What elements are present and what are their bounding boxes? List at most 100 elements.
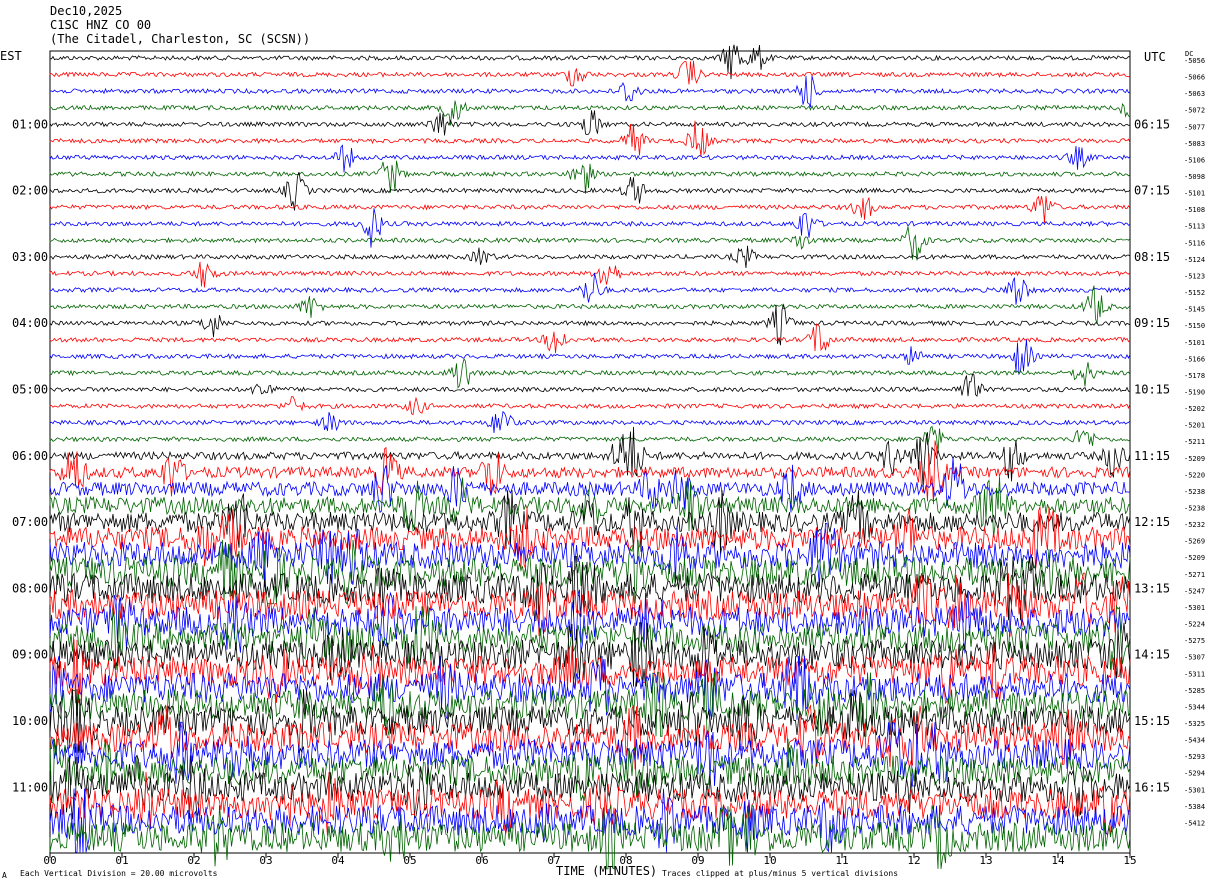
right-time-label-4: 10:15 — [1134, 382, 1170, 396]
dc-offset-label-42: -5293 — [1184, 753, 1205, 761]
corner-mark: A — [2, 871, 7, 880]
trace-row-12 — [49, 245, 1131, 269]
dc-offset-label-46: -5412 — [1184, 819, 1205, 827]
trace-row-1 — [49, 60, 1131, 87]
dc-offset-label-43: -5294 — [1184, 770, 1205, 778]
left-time-label-5: 06:00 — [12, 449, 48, 463]
trace-row-22 — [49, 410, 1131, 434]
dc-offset-label-11: -5116 — [1184, 239, 1205, 247]
left-time-label-10: 11:00 — [12, 780, 48, 794]
trace-row-35 — [49, 604, 1131, 671]
right-time-label-2: 08:15 — [1134, 250, 1170, 264]
dc-offset-label-44: -5301 — [1184, 786, 1205, 794]
x-tick-label-6: 06 — [475, 854, 488, 867]
dc-offset-label-4: -5077 — [1184, 123, 1205, 131]
dc-offset-label-26: -5238 — [1184, 488, 1205, 496]
trace-row-11 — [49, 226, 1131, 261]
trace-row-33 — [49, 572, 1131, 637]
dc-offset-label-0: -5056 — [1184, 57, 1205, 65]
trace-row-9 — [49, 195, 1131, 223]
dc-offset-label-8: -5101 — [1184, 190, 1205, 198]
trace-row-18 — [49, 339, 1131, 376]
x-tick-label-2: 02 — [187, 854, 200, 867]
dc-offset-label-30: -5209 — [1184, 554, 1205, 562]
x-tick-label-10: 10 — [763, 854, 776, 867]
trace-row-3 — [49, 100, 1131, 126]
right-time-label-6: 12:15 — [1134, 515, 1170, 529]
dc-offset-label-21: -5202 — [1184, 405, 1205, 413]
trace-row-10 — [49, 208, 1131, 248]
dc-offset-label-29: -5269 — [1184, 538, 1205, 546]
trace-row-17 — [49, 323, 1131, 354]
x-tick-label-0: 00 — [43, 854, 56, 867]
trace-row-0 — [49, 44, 1131, 80]
trace-row-20 — [49, 373, 1131, 397]
dc-offset-label-1: -5066 — [1184, 74, 1205, 82]
x-tick-label-4: 04 — [331, 854, 345, 867]
x-tick-label-13: 13 — [979, 854, 992, 867]
dc-offset-label-3: -5072 — [1184, 107, 1205, 115]
left-time-label-2: 03:00 — [12, 250, 48, 264]
dc-offset-label-14: -5152 — [1184, 289, 1205, 297]
right-time-label-1: 07:15 — [1134, 184, 1170, 198]
dc-offset-label-34: -5224 — [1184, 621, 1205, 629]
trace-row-47 — [49, 804, 1131, 870]
trace-row-2 — [49, 75, 1131, 108]
x-tick-label-1: 01 — [115, 854, 128, 867]
left-time-label-3: 04:00 — [12, 316, 48, 330]
dc-offset-label-23: -5211 — [1184, 438, 1205, 446]
dc-offset-label-31: -5271 — [1184, 571, 1205, 579]
dc-offset-label-9: -5108 — [1184, 206, 1205, 214]
right-time-label-7: 13:15 — [1134, 581, 1170, 595]
dc-offset-label-37: -5311 — [1184, 670, 1205, 678]
dc-offset-label-10: -5113 — [1184, 223, 1205, 231]
trace-row-26 — [49, 457, 1131, 514]
dc-offset-label-17: -5101 — [1184, 339, 1205, 347]
clip-note: Traces clipped at plus/minus 5 vertical … — [662, 869, 899, 878]
scale-note: Each Vertical Division = 20.00 microvolt… — [20, 869, 218, 878]
trace-row-13 — [49, 261, 1131, 288]
trace-row-19 — [49, 358, 1131, 389]
right-time-label-10: 16:15 — [1134, 780, 1170, 794]
dc-offset-label-13: -5123 — [1184, 272, 1205, 280]
x-tick-label-5: 05 — [403, 854, 416, 867]
dc-offset-label-45: -5384 — [1184, 803, 1205, 811]
right-time-label-8: 14:15 — [1134, 648, 1170, 662]
dc-offset-label-22: -5201 — [1184, 422, 1205, 430]
left-time-label-4: 05:00 — [12, 382, 48, 396]
x-tick-label-15: 15 — [1123, 854, 1136, 867]
trace-row-7 — [49, 160, 1131, 194]
dc-offset-label-40: -5325 — [1184, 720, 1205, 728]
dc-offset-label-41: -5434 — [1184, 737, 1205, 745]
right-time-label-3: 09:15 — [1134, 316, 1170, 330]
dc-offset-label-32: -5247 — [1184, 587, 1205, 595]
right-time-label-9: 15:15 — [1134, 714, 1170, 728]
left-time-label-8: 09:00 — [12, 648, 48, 662]
trace-row-4 — [49, 110, 1131, 136]
left-time-label-7: 08:00 — [12, 581, 48, 595]
right-time-label-0: 06:15 — [1134, 117, 1170, 131]
dc-offset-label-36: -5307 — [1184, 654, 1205, 662]
dc-offset-label-2: -5063 — [1184, 90, 1205, 98]
dc-offset-label-16: -5150 — [1184, 322, 1205, 330]
left-time-label-0: 01:00 — [12, 117, 48, 131]
dc-offset-label-33: -5301 — [1184, 604, 1205, 612]
dc-offset-label-12: -5124 — [1184, 256, 1205, 264]
trace-row-14 — [49, 273, 1131, 305]
dc-offset-label-15: -5145 — [1184, 306, 1205, 314]
x-tick-label-12: 12 — [907, 854, 920, 867]
dc-offset-label-5: -5083 — [1184, 140, 1205, 148]
dc-offset-label-27: -5238 — [1184, 505, 1205, 513]
dc-offset-label-24: -5209 — [1184, 455, 1205, 463]
dc-offset-label-38: -5285 — [1184, 687, 1205, 695]
x-axis-title: TIME (MINUTES) — [556, 864, 658, 878]
dc-offset-label-35: -5275 — [1184, 637, 1205, 645]
x-tick-label-3: 03 — [259, 854, 272, 867]
trace-row-23 — [49, 425, 1131, 453]
x-tick-label-9: 09 — [691, 854, 704, 867]
dc-offset-label-20: -5190 — [1184, 388, 1205, 396]
left-time-label-6: 07:00 — [12, 515, 48, 529]
dc-offset-label-39: -5344 — [1184, 703, 1205, 711]
left-time-label-1: 02:00 — [12, 184, 48, 198]
x-tick-label-11: 11 — [835, 854, 848, 867]
